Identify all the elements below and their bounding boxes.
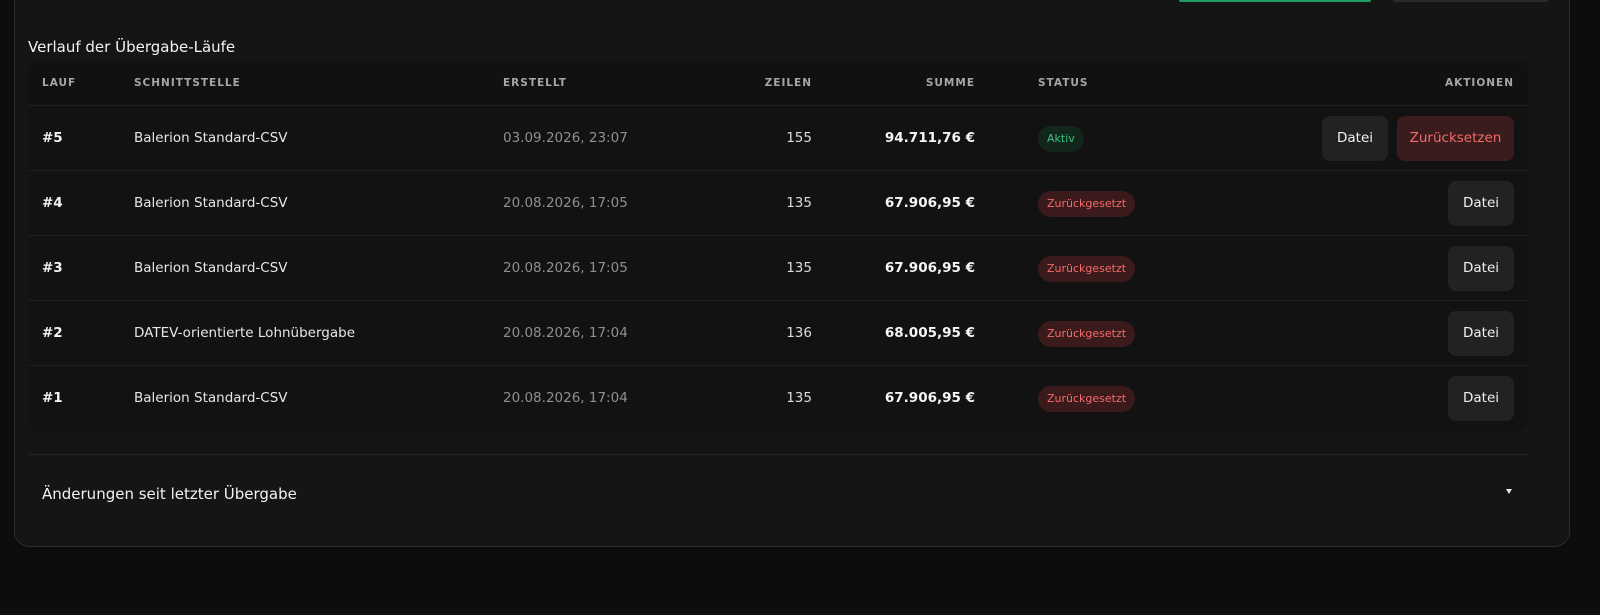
file-button[interactable]: Datei: [1322, 116, 1388, 161]
status-badge: Zurückgesetzt: [1038, 191, 1136, 217]
run-number: #3: [42, 260, 63, 276]
created-date: 20.08.2026, 17:05: [503, 195, 628, 211]
file-button[interactable]: Datei: [1448, 181, 1514, 226]
interface-name: DATEV-orientierte Lohnübergabe: [134, 325, 356, 341]
sum-amount: 94.711,76 €: [884, 130, 975, 146]
table-row: #4 Balerion Standard-CSV 20.08.2026, 17:…: [28, 171, 1528, 236]
interface-name: Balerion Standard-CSV: [134, 260, 288, 276]
section-title: Verlauf der Übergabe-Läufe: [28, 38, 236, 56]
table-header: LAUF SCHNITTSTELLE ERSTELLT ZEILEN SUMME…: [28, 61, 1528, 106]
sum-amount: 67.906,95 €: [884, 195, 975, 211]
interface-name: Balerion Standard-CSV: [134, 195, 288, 211]
file-button[interactable]: Datei: [1448, 246, 1514, 291]
chevron-down-icon: [1506, 489, 1512, 494]
row-count: 135: [786, 390, 812, 406]
runs-table: LAUF SCHNITTSTELLE ERSTELLT ZEILEN SUMME…: [28, 61, 1528, 431]
secondary-control-edge[interactable]: [1393, 0, 1548, 2]
row-count: 135: [786, 195, 812, 211]
run-number: #4: [42, 195, 63, 211]
changes-title: Änderungen seit letzter Übergabe: [42, 485, 297, 503]
table-row: #5 Balerion Standard-CSV 03.09.2026, 23:…: [28, 106, 1528, 171]
header-schnittstelle: SCHNITTSTELLE: [134, 77, 241, 89]
created-date: 03.09.2026, 23:07: [503, 130, 628, 146]
row-count: 155: [786, 130, 812, 146]
header-summe: SUMME: [925, 77, 975, 89]
table-row: #1 Balerion Standard-CSV 20.08.2026, 17:…: [28, 366, 1528, 431]
status-badge: Aktiv: [1038, 126, 1084, 152]
changes-accordion-toggle[interactable]: Änderungen seit letzter Übergabe: [28, 469, 1528, 519]
status-badge: Zurückgesetzt: [1038, 321, 1136, 347]
status-badge: Zurückgesetzt: [1038, 256, 1136, 282]
created-date: 20.08.2026, 17:04: [503, 325, 628, 341]
created-date: 20.08.2026, 17:05: [503, 260, 628, 276]
header-status: STATUS: [1038, 77, 1089, 89]
header-lauf: LAUF: [42, 77, 77, 89]
table-row: #3 Balerion Standard-CSV 20.08.2026, 17:…: [28, 236, 1528, 301]
sum-amount: 68.005,95 €: [884, 325, 975, 341]
row-count: 136: [786, 325, 812, 341]
row-count: 135: [786, 260, 812, 276]
interface-name: Balerion Standard-CSV: [134, 130, 288, 146]
sum-amount: 67.906,95 €: [884, 260, 975, 276]
sum-amount: 67.906,95 €: [884, 390, 975, 406]
primary-button-edge[interactable]: [1179, 0, 1371, 2]
header-aktionen: AKTIONEN: [1444, 77, 1514, 89]
status-badge: Zurückgesetzt: [1038, 386, 1136, 412]
file-button[interactable]: Datei: [1448, 311, 1514, 356]
file-button[interactable]: Datei: [1448, 376, 1514, 421]
table-row: #2 DATEV-orientierte Lohnübergabe 20.08.…: [28, 301, 1528, 366]
created-date: 20.08.2026, 17:04: [503, 390, 628, 406]
reset-button[interactable]: Zurücksetzen: [1397, 116, 1514, 161]
header-erstellt: ERSTELLT: [503, 77, 567, 89]
header-zeilen: ZEILEN: [764, 77, 812, 89]
run-number: #2: [42, 325, 63, 341]
run-number: #5: [42, 130, 63, 146]
run-number: #1: [42, 390, 63, 406]
section-divider: [28, 454, 1528, 455]
interface-name: Balerion Standard-CSV: [134, 390, 288, 406]
